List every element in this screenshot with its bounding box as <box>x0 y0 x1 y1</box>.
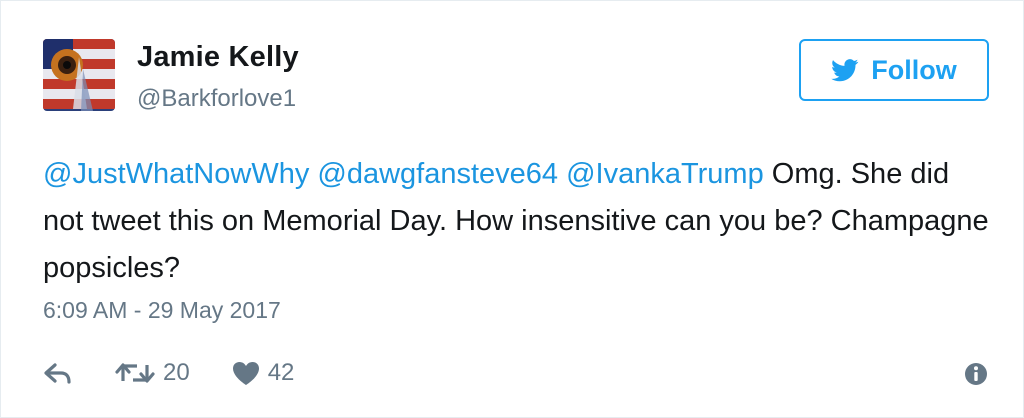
avatar-image <box>43 39 115 111</box>
mention-link[interactable]: @dawgfansteve64 <box>317 158 558 190</box>
mention-link[interactable]: @IvankaTrump <box>566 158 764 190</box>
info-icon <box>965 363 987 385</box>
follow-button[interactable]: Follow <box>799 39 989 101</box>
tweet-actions: 20 42 <box>43 353 294 393</box>
timestamp[interactable]: 6:09 AM - 29 May 2017 <box>43 297 281 324</box>
mention-link[interactable]: @JustWhatNowWhy <box>43 158 309 190</box>
twitter-bird-icon <box>831 58 859 81</box>
retweet-count: 20 <box>163 359 190 386</box>
tweet-card: Jamie Kelly @Barkforlove1 Follow @JustWh… <box>0 0 1024 418</box>
screen-name[interactable]: @Barkforlove1 <box>137 85 296 113</box>
reply-button[interactable] <box>43 361 73 385</box>
like-button[interactable]: 42 <box>232 359 295 387</box>
more-button[interactable] <box>963 361 989 387</box>
retweet-button[interactable]: 20 <box>115 359 190 387</box>
avatar[interactable] <box>43 39 115 111</box>
tweet-text: @JustWhatNowWhy @dawgfansteve64 @IvankaT… <box>43 151 993 292</box>
like-count: 42 <box>267 359 295 386</box>
retweet-icon <box>115 363 155 383</box>
reply-icon <box>44 363 71 384</box>
heart-icon <box>232 361 259 385</box>
follow-button-label: Follow <box>871 54 957 85</box>
display-name[interactable]: Jamie Kelly <box>137 41 299 74</box>
